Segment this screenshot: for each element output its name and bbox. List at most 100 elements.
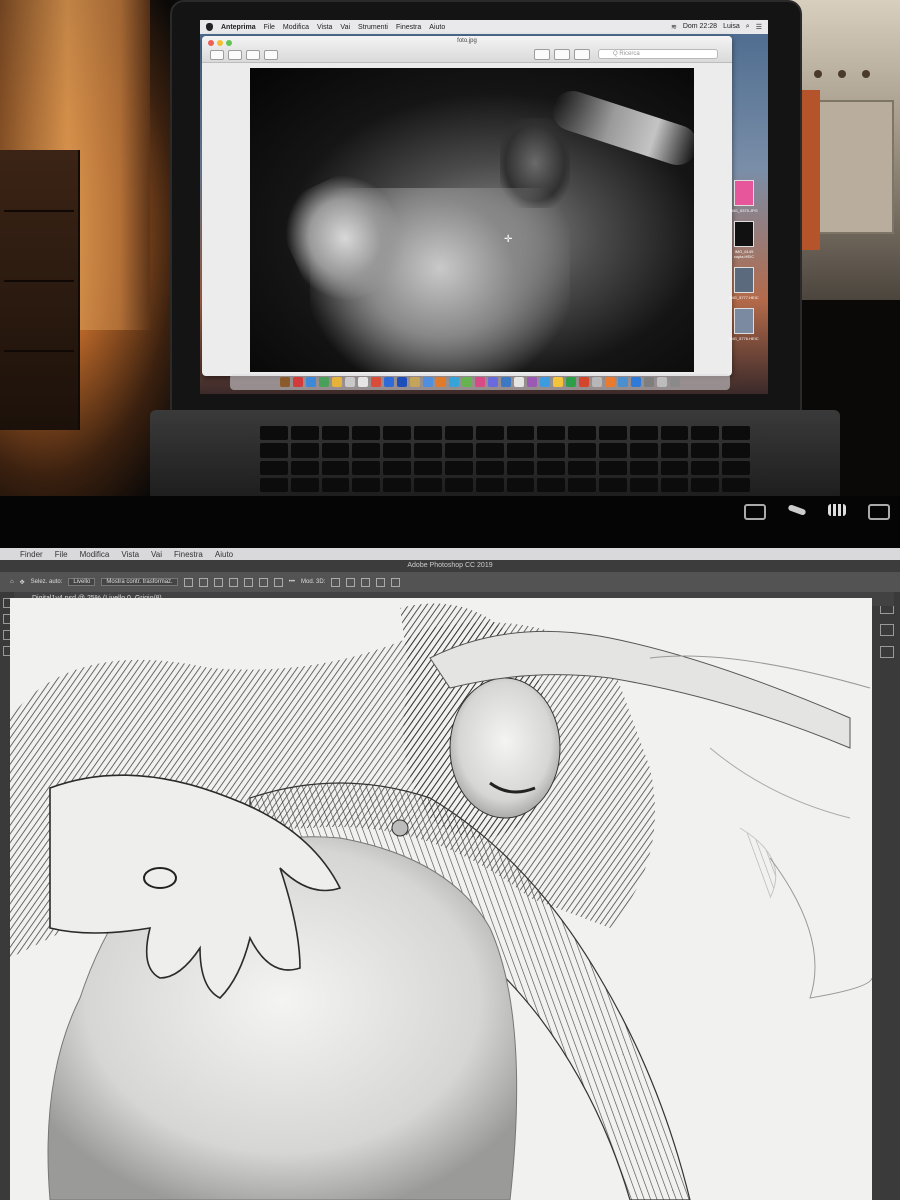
transform-controls-checkbox[interactable]: Mostra contr. trasformaz. [101,578,178,586]
tablet-status-icons [744,504,890,520]
dock-app-icon[interactable] [345,377,355,387]
desktop-file[interactable]: IMG_5776.HEIC [726,308,762,341]
pan-3d-icon[interactable] [361,577,371,587]
dock-app-icon[interactable] [423,377,433,387]
dock-app-icon[interactable] [410,377,420,387]
dock-app-icon[interactable] [605,377,615,387]
drawing-canvas[interactable] [10,598,872,1200]
align-right-icon[interactable] [213,577,223,587]
dock-app-icon[interactable] [475,377,485,387]
home-icon[interactable]: ⌂ [10,579,14,585]
apple-icon[interactable] [206,23,213,31]
align-middle-icon[interactable] [243,577,253,587]
screen-icon[interactable] [744,504,766,520]
dock-app-icon[interactable] [358,377,368,387]
panel-icon[interactable] [880,646,894,658]
desktop-file[interactable]: IMG_5375.JPG [726,180,762,213]
ps-menu-file[interactable]: File [55,550,68,559]
dock-app-icon[interactable] [371,377,381,387]
dock-app-icon[interactable] [540,377,550,387]
display-icon[interactable] [868,504,890,520]
wifi-icon[interactable]: ≋ [671,23,677,31]
align-top-icon[interactable] [228,577,238,587]
dock-app-icon[interactable] [436,377,446,387]
ps-menu-finder[interactable]: Finder [20,550,43,559]
more-options-icon[interactable]: ••• [289,579,295,585]
zoom-in-icon[interactable] [246,50,260,60]
distribute-icon[interactable] [273,577,283,587]
align-center-icon[interactable] [198,577,208,587]
menu-edit[interactable]: Modifica [283,24,309,31]
move-tool-icon[interactable]: ✥ [20,579,25,586]
dock-app-icon[interactable] [449,377,459,387]
sidebar-toggle-icon[interactable] [210,50,224,60]
panel-icon[interactable] [880,624,894,636]
dock-app-icon[interactable] [644,377,654,387]
keyboard-key [321,443,350,458]
dock-app-icon[interactable] [397,377,407,387]
rotate-icon[interactable] [554,49,570,60]
pen-icon[interactable] [787,504,807,516]
orbit-3d-icon[interactable] [331,577,341,587]
user-name[interactable]: Luisa [723,23,740,31]
dock-app-icon[interactable] [631,377,641,387]
layer-select[interactable]: Livello [68,578,96,586]
desktop-file[interactable]: IMG_5777.HEIC [726,267,762,300]
zoom-out-icon[interactable] [228,50,242,60]
annotate-icon[interactable] [574,49,590,60]
dock-app-icon[interactable] [306,377,316,387]
keyboard-icon[interactable] [828,504,846,516]
menu-window[interactable]: Finestra [396,24,421,31]
ps-menu-window[interactable]: Finestra [174,550,203,559]
dock-app-icon[interactable] [488,377,498,387]
share-icon[interactable] [264,50,278,60]
dock-app-icon[interactable] [553,377,563,387]
slide-3d-icon[interactable] [376,577,386,587]
dock-app-icon[interactable] [293,377,303,387]
dock-app-icon[interactable] [514,377,524,387]
scale-3d-icon[interactable] [391,577,401,587]
dock-app-icon[interactable] [527,377,537,387]
ps-menu-help[interactable]: Aiuto [215,550,233,559]
keyboard-key [352,460,381,475]
keyboard-key [629,426,658,441]
keyboard-key [598,426,627,441]
markup-icon[interactable] [534,49,550,60]
search-field[interactable]: Q Ricerca [598,49,718,59]
dock-app-icon[interactable] [501,377,511,387]
menu-app-name[interactable]: Anteprima [221,24,256,31]
search-icon[interactable]: ⌕ [746,23,750,31]
keyboard-key [722,477,750,492]
laptop-screen: Anteprima File Modifica Vista Vai Strume… [200,20,768,394]
ps-menu-edit[interactable]: Modifica [80,550,110,559]
dock-app-icon[interactable] [579,377,589,387]
dock-app-icon[interactable] [462,377,472,387]
dock-app-icon[interactable] [332,377,342,387]
menu-help[interactable]: Aiuto [429,24,445,31]
keyboard-key [260,443,288,458]
align-left-icon[interactable] [183,577,193,587]
list-icon[interactable]: ☰ [756,23,762,31]
dock-app-icon[interactable] [319,377,329,387]
dock-app-icon[interactable] [618,377,628,387]
clock[interactable]: Dom 22:28 [683,23,717,31]
menu-file[interactable]: File [264,24,275,31]
dock [230,374,730,390]
keyboard-key [321,477,350,492]
roll-3d-icon[interactable] [346,577,356,587]
auto-select-label: Selez. auto: [30,579,63,585]
ps-menu-view[interactable]: Vista [121,550,139,559]
dock-app-icon[interactable] [670,377,680,387]
desktop-file[interactable]: IMG_6149 copia.HEIC [726,221,762,259]
ps-menu-go[interactable]: Vai [151,550,162,559]
menu-tools[interactable]: Strumenti [358,24,388,31]
menu-go[interactable]: Vai [340,24,350,31]
dock-app-icon[interactable] [280,377,290,387]
dock-app-icon[interactable] [592,377,602,387]
keyboard-key [383,460,412,475]
menu-view[interactable]: Vista [317,24,332,31]
dock-app-icon[interactable] [566,377,576,387]
dock-app-icon[interactable] [657,377,667,387]
align-bottom-icon[interactable] [258,577,268,587]
dock-app-icon[interactable] [384,377,394,387]
